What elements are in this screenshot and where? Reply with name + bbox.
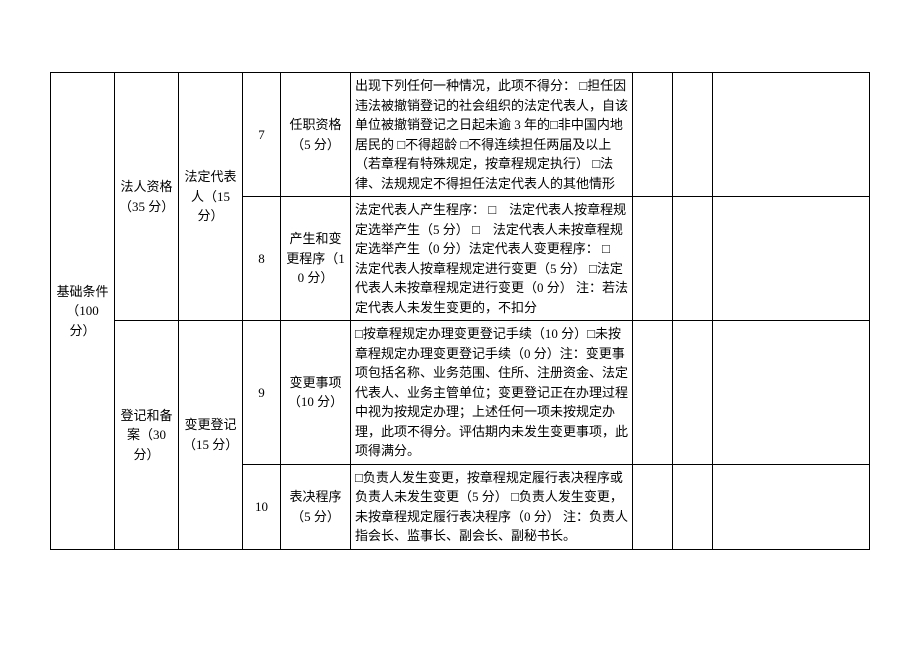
score-col-2 [673,197,713,321]
subcategory-cell: 登记和备案（30 分） [115,321,179,550]
score-col-1 [633,197,673,321]
evaluation-table: 基础条件（100 分） 法人资格（35 分） 法定代表人（15 分） 7 任职资… [50,72,870,550]
row-num: 10 [243,464,281,549]
row-num: 7 [243,73,281,197]
remark-col [713,464,870,549]
remark-col [713,321,870,465]
item-desc: □按章程规定办理变更登记手续（10 分）□未按章程规定办理变更登记手续（0 分）… [351,321,633,465]
item-name: 任职资格（5 分） [281,73,351,197]
row-num: 9 [243,321,281,465]
score-col-1 [633,321,673,465]
subcategory-cell: 法人资格（35 分） [115,73,179,321]
group-cell: 变更登记（15 分） [179,321,243,550]
score-col-1 [633,464,673,549]
item-name: 表决程序（5 分） [281,464,351,549]
row-num: 8 [243,197,281,321]
score-col-2 [673,73,713,197]
item-name: 产生和变更程序（10 分） [281,197,351,321]
score-col-1 [633,73,673,197]
score-col-2 [673,464,713,549]
remark-col [713,73,870,197]
item-name: 变更事项（10 分） [281,321,351,465]
item-desc: 出现下列任何一种情况，此项不得分： □担任因违法被撤销登记的社会组织的法定代表人… [351,73,633,197]
remark-col [713,197,870,321]
category-cell: 基础条件（100 分） [51,73,115,550]
group-cell: 法定代表人（15 分） [179,73,243,321]
score-col-2 [673,321,713,465]
item-desc: 法定代表人产生程序： □ 法定代表人按章程规定选举产生（5 分） □ 法定代表人… [351,197,633,321]
item-desc: □负责人发生变更，按章程规定履行表决程序或负责人未发生变更（5 分） □负责人发… [351,464,633,549]
